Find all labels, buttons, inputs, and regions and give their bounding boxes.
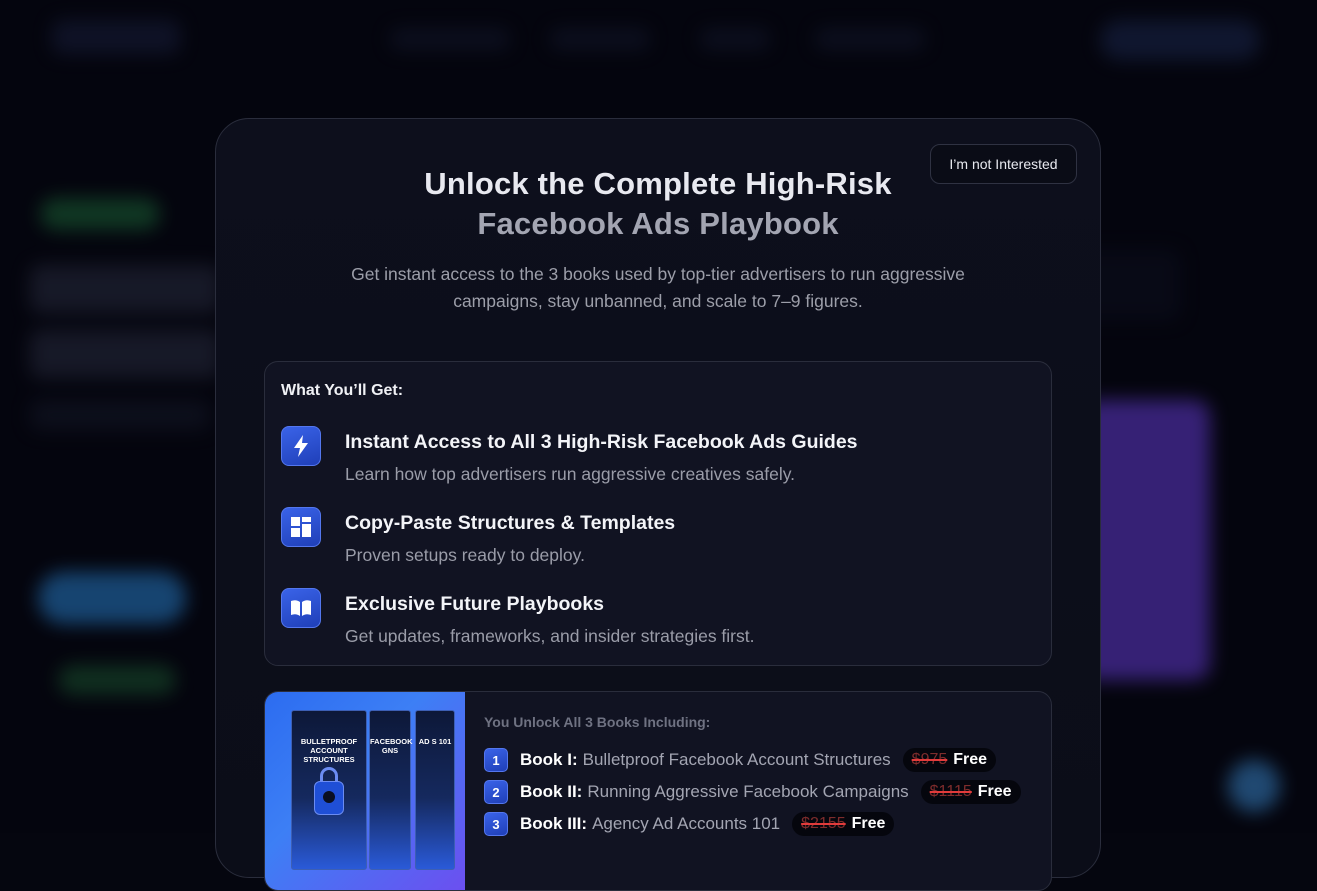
book-cover: FACEBOOK GNS bbox=[369, 710, 413, 870]
book-cover-title: FACEBOOK GNS bbox=[370, 737, 413, 755]
book-label: Book II: bbox=[520, 782, 583, 801]
book-cover-title: BULLETPROOF ACCOUNT STRUCTURES bbox=[300, 737, 358, 764]
benefit-title: Copy-Paste Structures & Templates bbox=[345, 512, 676, 534]
book-list-item: 3 Book III: Agency Ad Accounts 101 $2155… bbox=[484, 812, 895, 836]
book-label: Book III: bbox=[520, 814, 588, 833]
lightning-icon bbox=[281, 426, 321, 466]
modal-subtitle: Get instant access to the 3 books used b… bbox=[351, 264, 965, 311]
book-name: Bulletproof Facebook Account Structures bbox=[582, 750, 891, 769]
book-number-badge: 2 bbox=[484, 780, 508, 804]
price-badge: $1115 Free bbox=[920, 780, 1021, 804]
benefit-description: Get updates, frameworks, and insider str… bbox=[345, 626, 755, 646]
book-number-badge: 1 bbox=[484, 748, 508, 772]
facebook-icon bbox=[323, 791, 335, 803]
book-label: Book I: bbox=[520, 750, 578, 769]
benefits-card: What You’ll Get: Instant Access to All 3… bbox=[264, 361, 1052, 666]
books-heading: You Unlock All 3 Books Including: bbox=[484, 714, 711, 730]
books-card: BULLETPROOF ACCOUNT STRUCTURES FACEBOOK … bbox=[264, 691, 1052, 891]
modal-title-line2: Facebook Ads Playbook bbox=[477, 206, 839, 241]
playbook-modal: I’m not Interested Unlock the Complete H… bbox=[215, 118, 1101, 891]
benefit-item: Instant Access to All 3 High-Risk Facebo… bbox=[281, 426, 1041, 490]
new-price: Free bbox=[851, 815, 886, 832]
old-price: $2155 bbox=[801, 815, 846, 832]
price-badge: $2155 Free bbox=[792, 812, 895, 836]
modal-title-line1: Unlock the Complete High-Risk bbox=[424, 166, 892, 201]
book-cover: AD S 101 bbox=[415, 710, 455, 870]
open-book-icon bbox=[281, 588, 321, 628]
book-name: Agency Ad Accounts 101 bbox=[592, 814, 781, 833]
benefit-title: Exclusive Future Playbooks bbox=[345, 593, 605, 615]
benefit-item: Exclusive Future Playbooks Get updates, … bbox=[281, 588, 1041, 652]
price-badge: $975 Free bbox=[902, 748, 997, 772]
book-name: Running Aggressive Facebook Campaigns bbox=[587, 782, 909, 801]
new-price: Free bbox=[977, 783, 1012, 800]
book-cover: BULLETPROOF ACCOUNT STRUCTURES bbox=[291, 710, 367, 870]
new-price: Free bbox=[953, 751, 988, 768]
benefit-description: Proven setups ready to deploy. bbox=[345, 545, 585, 565]
benefit-title: Instant Access to All 3 High-Risk Facebo… bbox=[345, 431, 858, 453]
old-price: $975 bbox=[911, 751, 948, 768]
book-list-item: 2 Book II: Running Aggressive Facebook C… bbox=[484, 780, 1021, 804]
book-covers-image: BULLETPROOF ACCOUNT STRUCTURES FACEBOOK … bbox=[265, 692, 465, 890]
old-price: $1115 bbox=[929, 783, 972, 800]
book-cover-title: AD S 101 bbox=[418, 737, 452, 746]
layout-grid-icon bbox=[281, 507, 321, 547]
benefits-heading: What You’ll Get: bbox=[281, 382, 404, 399]
book-number-badge: 3 bbox=[484, 812, 508, 836]
benefit-item: Copy-Paste Structures & Templates Proven… bbox=[281, 507, 1041, 571]
book-list-item: 1 Book I: Bulletproof Facebook Account S… bbox=[484, 748, 997, 772]
benefit-description: Learn how top advertisers run aggressive… bbox=[345, 464, 796, 484]
